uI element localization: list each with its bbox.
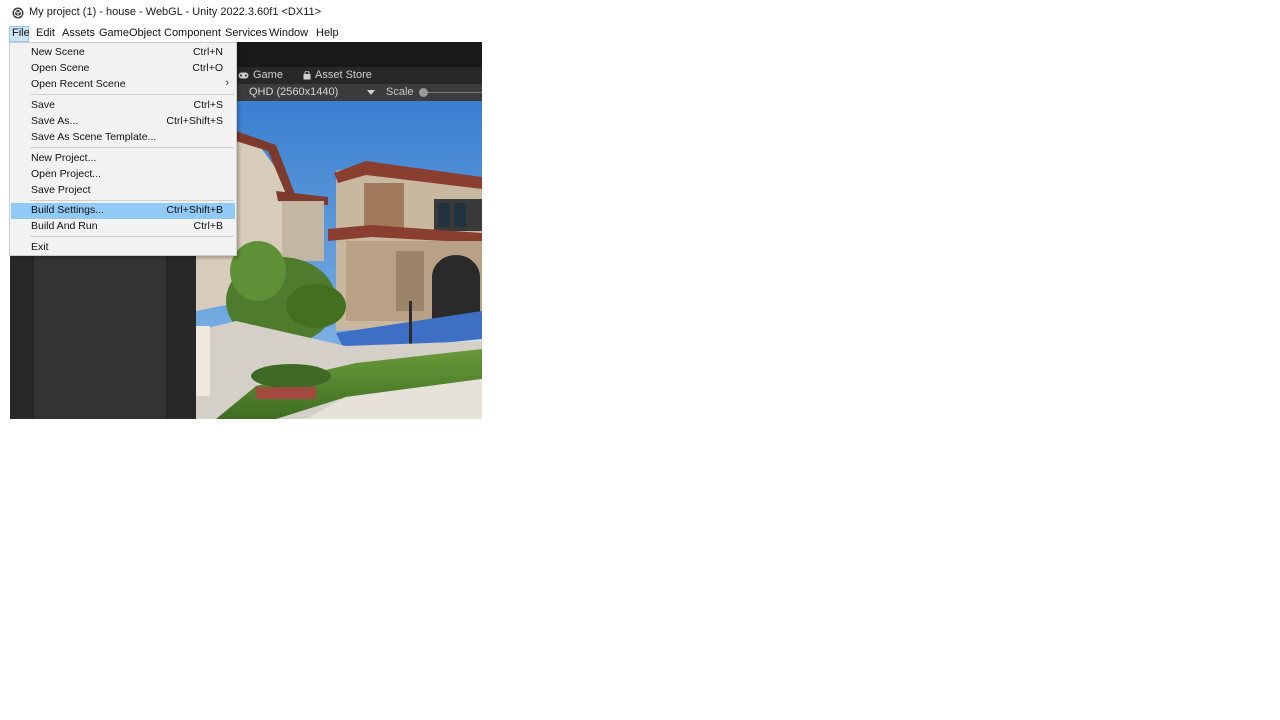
chevron-down-icon bbox=[367, 90, 375, 95]
menu-item-label: New Project... bbox=[31, 152, 97, 164]
menu-item-open-scene[interactable]: Open Scene Ctrl+O bbox=[11, 61, 235, 77]
menu-item-label: Open Recent Scene bbox=[31, 78, 126, 90]
menu-item-save-project[interactable]: Save Project bbox=[11, 183, 235, 199]
menu-separator bbox=[30, 236, 234, 237]
menu-item-new-scene[interactable]: New Scene Ctrl+N bbox=[11, 45, 235, 61]
window-title: My project (1) - house - WebGL - Unity 2… bbox=[29, 6, 322, 18]
menu-item-open-recent-scene[interactable]: Open Recent Scene › bbox=[11, 77, 235, 93]
menu-separator bbox=[30, 200, 234, 201]
menu-item-label: Open Project... bbox=[31, 168, 102, 180]
resolution-dropdown[interactable]: QHD (2560x1440) bbox=[249, 84, 379, 100]
menu-item-save[interactable]: Save Ctrl+S bbox=[11, 98, 235, 114]
menu-item-shortcut: Ctrl+Shift+S bbox=[166, 115, 223, 127]
resolution-label: QHD (2560x1440) bbox=[249, 86, 339, 98]
menu-item-label: New Scene bbox=[31, 46, 85, 58]
menu-services[interactable]: Services bbox=[223, 26, 269, 42]
menu-window[interactable]: Window bbox=[267, 26, 310, 42]
menu-item-build-and-run[interactable]: Build And Run Ctrl+B bbox=[11, 219, 235, 235]
tab-asset-store-label: Asset Store bbox=[315, 69, 372, 81]
menu-item-label: Save Project bbox=[31, 184, 91, 196]
scale-slider-track[interactable] bbox=[420, 92, 482, 93]
menu-item-shortcut: Ctrl+N bbox=[192, 46, 223, 58]
menu-item-open-project[interactable]: Open Project... bbox=[11, 167, 235, 183]
menu-item-shortcut: Ctrl+Shift+B bbox=[166, 204, 223, 216]
menu-item-save-as[interactable]: Save As... Ctrl+Shift+S bbox=[11, 114, 235, 130]
gamepad-icon bbox=[238, 72, 249, 79]
menu-item-label: Open Scene bbox=[31, 62, 90, 74]
menu-item-shortcut: Ctrl+B bbox=[193, 220, 223, 232]
title-bar: My project (1) - house - WebGL - Unity 2… bbox=[0, 0, 1280, 26]
menu-item-build-settings[interactable]: Build Settings... Ctrl+Shift+B bbox=[11, 203, 235, 219]
menu-item-shortcut: Ctrl+O bbox=[192, 62, 223, 74]
menu-component[interactable]: Component bbox=[162, 26, 223, 42]
menu-item-save-as-scene-template[interactable]: Save As Scene Template... bbox=[11, 130, 235, 146]
shopping-bag-icon bbox=[303, 71, 311, 80]
menu-help[interactable]: Help bbox=[314, 26, 341, 42]
menu-item-label: Build Settings... bbox=[31, 204, 104, 216]
menu-item-new-project[interactable]: New Project... bbox=[11, 151, 235, 167]
game-view-render bbox=[196, 101, 482, 419]
tab-game[interactable]: Game bbox=[238, 67, 283, 84]
menu-item-label: Save As... bbox=[31, 115, 79, 127]
tab-asset-store[interactable]: Asset Store bbox=[303, 67, 372, 84]
menu-item-label: Save As Scene Template... bbox=[31, 131, 157, 143]
menu-file[interactable]: File bbox=[9, 26, 30, 42]
file-dropdown-menu: New Scene Ctrl+N Open Scene Ctrl+O Open … bbox=[9, 42, 237, 256]
menu-assets[interactable]: Assets bbox=[60, 26, 97, 42]
menu-separator bbox=[30, 94, 234, 95]
scale-label: Scale bbox=[386, 86, 414, 98]
menu-separator bbox=[30, 147, 234, 148]
submenu-arrow-icon: › bbox=[225, 77, 229, 89]
menu-item-label: Save bbox=[31, 99, 55, 111]
menu-item-exit[interactable]: Exit bbox=[11, 240, 235, 256]
menu-item-label: Exit bbox=[31, 241, 49, 253]
menu-gameobject[interactable]: GameObject bbox=[97, 26, 163, 42]
menu-edit[interactable]: Edit bbox=[34, 26, 57, 42]
unity-logo-icon bbox=[12, 7, 24, 19]
tab-game-label: Game bbox=[253, 69, 283, 81]
menu-bar: File Edit Assets GameObject Component Se… bbox=[0, 26, 490, 42]
menu-item-label: Build And Run bbox=[31, 220, 98, 232]
menu-item-shortcut: Ctrl+S bbox=[193, 99, 223, 111]
game-view[interactable] bbox=[196, 101, 482, 419]
scale-slider-handle[interactable] bbox=[419, 88, 428, 97]
